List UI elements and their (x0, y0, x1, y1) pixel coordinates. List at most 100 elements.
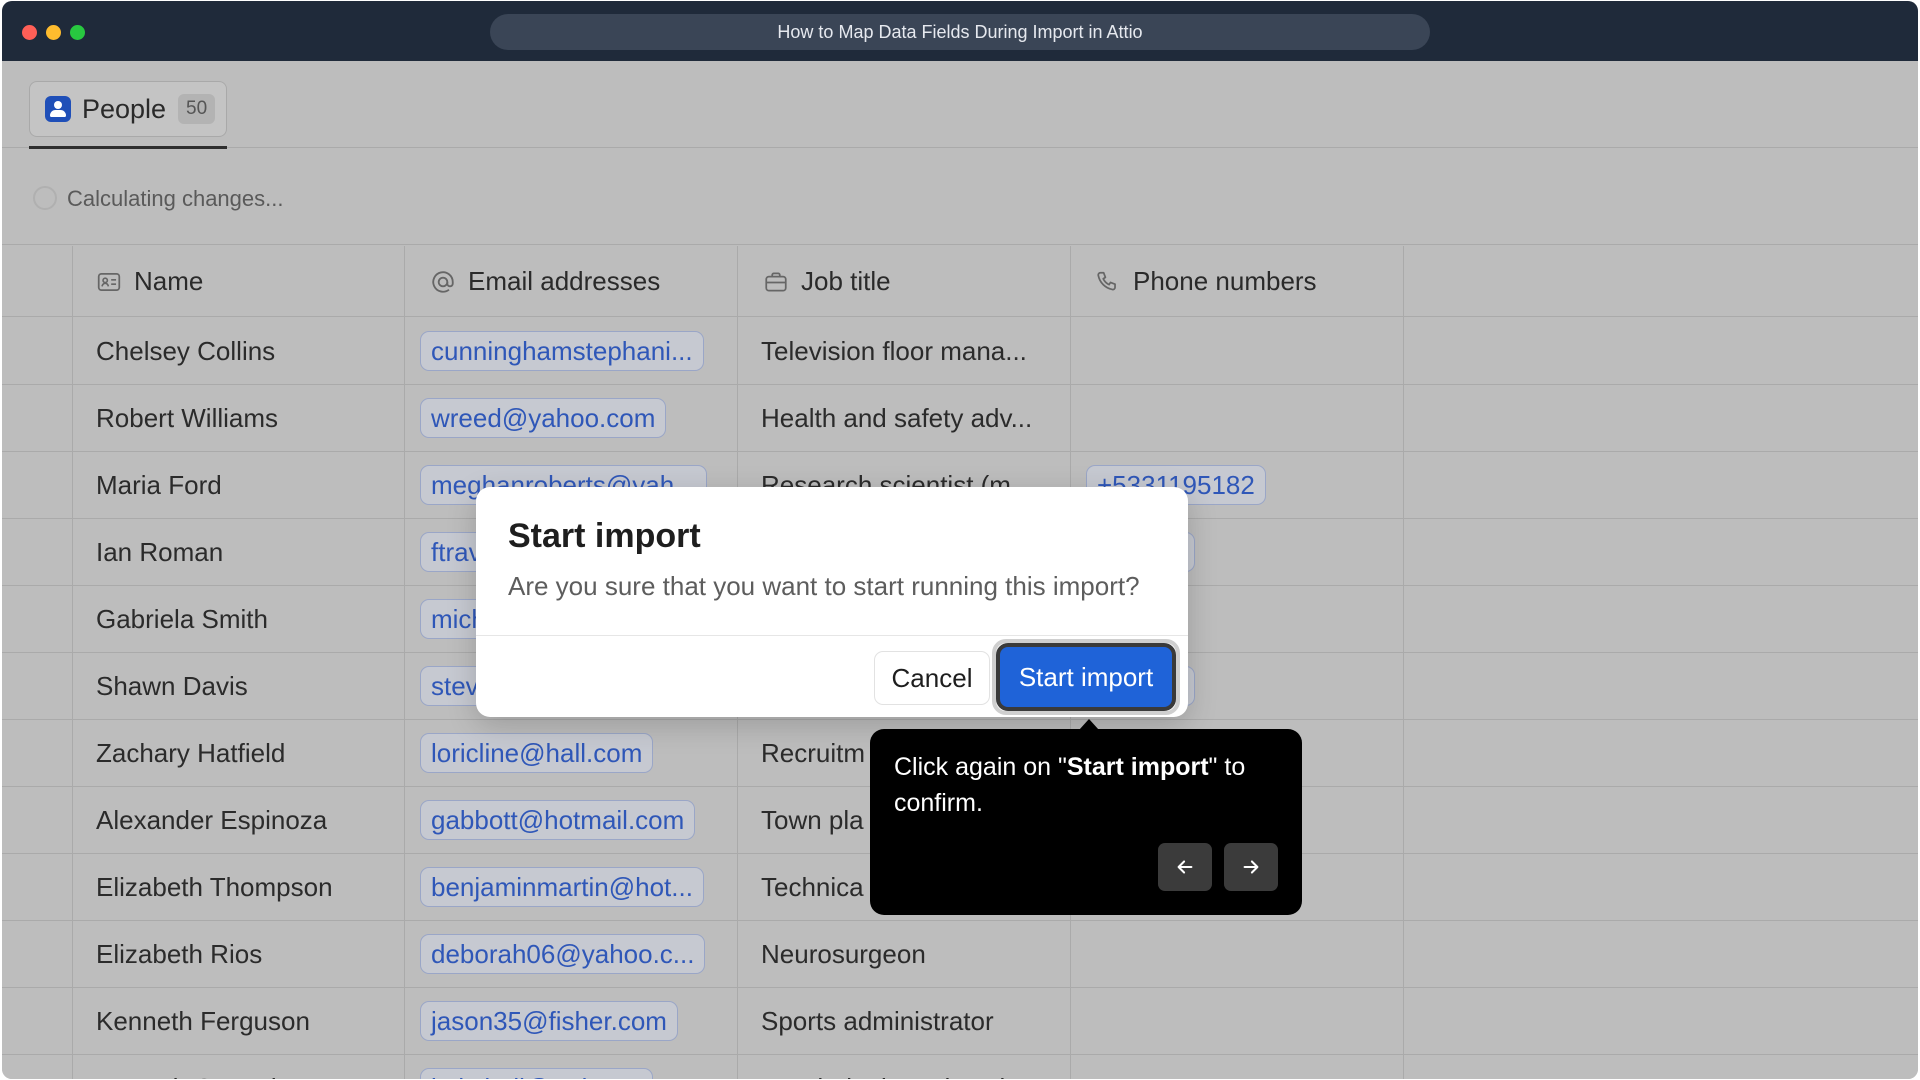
cell-text: Psychologist, educati... (761, 1073, 1027, 1080)
cell-text: Shawn Davis (96, 670, 248, 701)
cell-name[interactable]: Shawn Davis (96, 653, 248, 719)
email-chip[interactable]: loricline@hall.com (420, 733, 654, 773)
cell-job[interactable]: Sports administrator (761, 988, 994, 1054)
next-step-button[interactable] (1224, 843, 1278, 891)
table-row[interactable]: Robert Williams wreed@yahoo.com Health and… (2, 385, 1918, 452)
table-row[interactable]: Kenneth Ferguson jason35@fisher.com Sports… (2, 988, 1918, 1055)
cell-name[interactable]: Elizabeth Rios (96, 921, 262, 987)
cell-job[interactable]: Technica (761, 854, 864, 920)
table-row[interactable]: Chelsey Collins cunninghamstephani... Tele… (2, 318, 1918, 385)
cell-name[interactable]: Hannah Cummings (96, 1055, 319, 1080)
cell-job[interactable]: Neurosurgeon (761, 921, 926, 987)
column-header-job-title[interactable]: Job title (763, 246, 891, 317)
cell-name[interactable]: Gabriela Smith (96, 586, 268, 652)
cell-name[interactable]: Robert Williams (96, 385, 278, 451)
table-row[interactable]: Hannah Cummings jmitchell@ortiz.c... Psych… (2, 1055, 1918, 1079)
status-text: Calculating changes... (67, 186, 284, 211)
name-card-icon (97, 272, 121, 291)
cell-text: Television floor mana... (761, 335, 1027, 366)
column-header-label: Job title (801, 266, 891, 296)
cell-text: Elizabeth Rios (96, 938, 263, 969)
cell-text: Technica (761, 871, 864, 902)
table-header: Name Email addresses Job title Phone num… (2, 246, 1918, 317)
cell-email[interactable]: deborah06@yahoo.c... (420, 921, 706, 987)
column-header-label: Email addresses (468, 266, 661, 296)
cell-job[interactable]: Town pla (761, 787, 864, 853)
arrow-right-icon (1243, 860, 1259, 874)
tab-label: People (82, 94, 167, 124)
cell-text: Alexander Espinoza (96, 804, 328, 835)
column-header-phone[interactable]: Phone numbers (1095, 246, 1317, 317)
email-chip[interactable]: jason35@fisher.com (420, 1001, 678, 1041)
cell-text: Chelsey Collins (96, 335, 276, 366)
cell-text: Health and safety adv... (761, 402, 1033, 433)
cell-text: Sports administrator (761, 1005, 994, 1036)
column-header-name[interactable]: Name (96, 246, 203, 317)
cell-text: Town pla (761, 804, 864, 835)
cell-name[interactable]: Maria Ford (96, 452, 222, 518)
record-count-badge: 50 (178, 94, 216, 124)
dialog-title: Start import (508, 517, 701, 555)
tab-bar: People 50 (2, 61, 1918, 149)
dialog-message: Are you sure that you want to start runn… (508, 571, 1140, 601)
cell-job[interactable]: Recruitm (761, 720, 865, 786)
cell-job[interactable]: Psychologist, educati... (761, 1055, 1027, 1080)
table-row[interactable]: Elizabeth Rios deborah06@yahoo.c... Neuros… (2, 921, 1918, 988)
column-header-label: Phone numbers (1133, 266, 1317, 296)
cell-name[interactable]: Kenneth Ferguson (96, 988, 310, 1054)
minimize-window-button[interactable] (46, 25, 61, 40)
dialog-divider (476, 635, 1188, 636)
cell-email[interactable]: loricline@hall.com (420, 720, 654, 786)
previous-step-button[interactable] (1158, 843, 1212, 891)
cell-text: Neurosurgeon (761, 938, 926, 969)
arrow-left-icon (1177, 860, 1193, 874)
status-row: Calculating changes... (2, 149, 1918, 245)
guide-tooltip: Click again on "Start import" to confirm… (870, 729, 1302, 915)
cell-text: Gabriela Smith (96, 603, 268, 634)
email-chip[interactable]: deborah06@yahoo.c... (420, 934, 706, 974)
cell-email[interactable]: jason35@fisher.com (420, 988, 678, 1054)
cell-job[interactable]: Television floor mana... (761, 318, 1027, 384)
cell-text: Recruitm (761, 737, 866, 768)
tooltip-text: Click again on "Start import" to confirm… (894, 753, 1246, 817)
cell-text: Elizabeth Thompson (96, 871, 333, 902)
cell-job[interactable]: Health and safety adv... (761, 385, 1032, 451)
email-chip[interactable]: wreed@yahoo.com (420, 398, 667, 438)
tab-people[interactable]: People 50 (29, 81, 227, 137)
cell-text: Maria Ford (96, 469, 222, 500)
person-icon (45, 96, 71, 122)
at-sign-icon (432, 270, 454, 293)
email-chip[interactable]: jmitchell@ortiz.c... (420, 1068, 654, 1079)
cell-text: Ian Roman (96, 536, 224, 567)
cell-name[interactable]: Alexander Espinoza (96, 787, 327, 853)
app-window: How to Map Data Fields During Import in … (2, 1, 1918, 1079)
cell-name[interactable]: Zachary Hatfield (96, 720, 285, 786)
phone-icon (1097, 271, 1116, 290)
start-import-button[interactable]: Start import (996, 643, 1176, 711)
cell-email[interactable]: wreed@yahoo.com (420, 385, 667, 451)
close-window-button[interactable] (22, 25, 37, 40)
cell-text: Hannah Cummings (96, 1073, 319, 1080)
column-header-label: Name (134, 266, 204, 296)
cell-text: Robert Williams (96, 402, 279, 433)
column-header-email[interactable]: Email addresses (430, 246, 660, 317)
email-chip[interactable]: cunninghamstephani... (420, 331, 704, 371)
loading-spinner-icon (33, 186, 57, 210)
email-chip[interactable]: gabbott@hotmail.com (420, 800, 696, 840)
cancel-button[interactable]: Cancel (874, 651, 990, 705)
title-bar: How to Map Data Fields During Import in … (2, 1, 1918, 61)
cell-email[interactable]: cunninghamstephani... (420, 318, 704, 384)
cell-name[interactable]: Chelsey Collins (96, 318, 275, 384)
email-chip[interactable]: benjaminmartin@hot... (420, 867, 704, 907)
cell-email[interactable]: jmitchell@ortiz.c... (420, 1055, 654, 1079)
cell-email[interactable]: gabbott@hotmail.com (420, 787, 696, 853)
maximize-window-button[interactable] (70, 25, 85, 40)
cell-text: Kenneth Ferguson (96, 1005, 310, 1036)
start-import-dialog: Start import Are you sure that you want … (476, 487, 1188, 717)
cell-name[interactable]: Ian Roman (96, 519, 223, 585)
cell-name[interactable]: Elizabeth Thompson (96, 854, 333, 920)
cell-text: Zachary Hatfield (96, 737, 286, 768)
briefcase-icon (765, 271, 787, 292)
window-title: How to Map Data Fields During Import in … (490, 14, 1430, 50)
cell-email[interactable]: benjaminmartin@hot... (420, 854, 704, 920)
